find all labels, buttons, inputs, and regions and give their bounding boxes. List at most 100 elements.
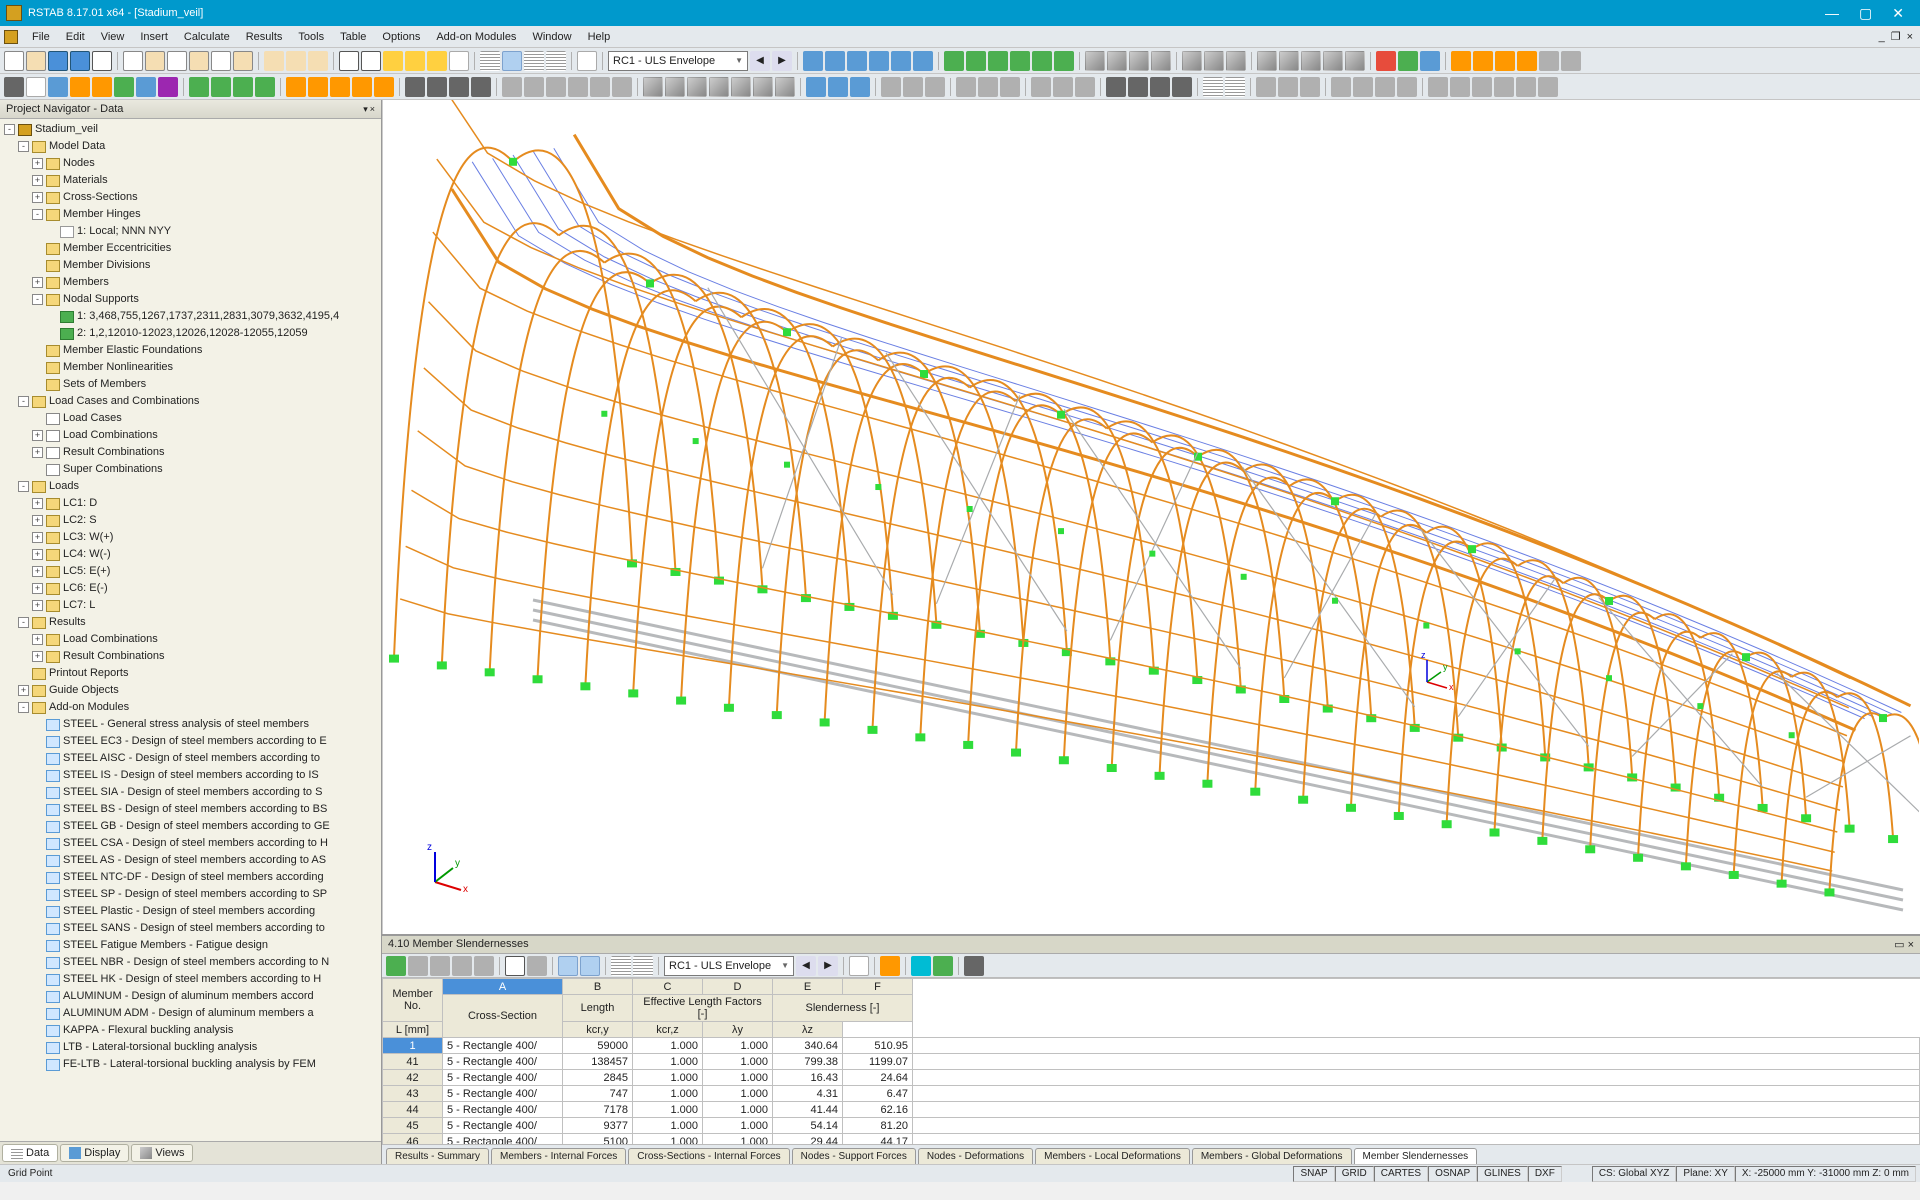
mirror-icon[interactable]	[568, 77, 588, 97]
zoom-icon[interactable]	[339, 51, 359, 71]
style-2-icon[interactable]	[1278, 77, 1298, 97]
tree-node-member-eccentricities[interactable]: Member Eccentricities	[4, 240, 379, 257]
table-row[interactable]: 435 - Rectangle 400/7471.0001.0004.316.4…	[383, 1086, 1920, 1102]
calc-icon[interactable]	[211, 51, 231, 71]
tree-node-mod[interactable]: STEEL Plastic - Design of steel members …	[4, 903, 379, 920]
tree-node-lc2-s[interactable]: +LC2: S	[4, 512, 379, 529]
tree-node-result-combinations[interactable]: +Result Combinations	[4, 444, 379, 461]
misc-5-icon[interactable]	[1539, 51, 1559, 71]
move-icon[interactable]	[502, 77, 522, 97]
diagram-4-icon[interactable]	[1032, 51, 1052, 71]
tool-4-icon[interactable]	[471, 77, 491, 97]
load-4-icon[interactable]	[352, 77, 372, 97]
zoom-ext-icon[interactable]	[383, 51, 403, 71]
prev-lc-icon[interactable]: ◀	[750, 51, 770, 71]
section-icon[interactable]	[1345, 51, 1365, 71]
tbl-prev-icon[interactable]	[408, 956, 428, 976]
mesh-3-icon[interactable]	[850, 77, 870, 97]
table-tab-6[interactable]: Members - Global Deformations	[1192, 1148, 1352, 1164]
mesh-2-icon[interactable]	[828, 77, 848, 97]
nav-tab-data[interactable]: Data	[2, 1144, 58, 1162]
tree-node-loads[interactable]: -Loads	[4, 478, 379, 495]
support-icon[interactable]	[189, 77, 209, 97]
zoom-prev-icon[interactable]	[405, 51, 425, 71]
tree-node-mod[interactable]: STEEL CSA - Design of steel members acco…	[4, 835, 379, 852]
tree-node-nodal-supports[interactable]: -Nodal Supports	[4, 291, 379, 308]
color-5-icon[interactable]	[1516, 77, 1536, 97]
zoom-win-icon[interactable]	[361, 51, 381, 71]
load-2-icon[interactable]	[308, 77, 328, 97]
orbit-icon[interactable]	[1279, 51, 1299, 71]
tbl-rows-icon[interactable]	[633, 956, 653, 976]
menu-help[interactable]: Help	[580, 28, 619, 46]
tree-node-load-cases[interactable]: Load Cases	[4, 410, 379, 427]
units-icon[interactable]	[577, 51, 597, 71]
style-3-icon[interactable]	[1300, 77, 1320, 97]
save-icon[interactable]	[48, 51, 68, 71]
new-icon[interactable]	[4, 51, 24, 71]
menu-table[interactable]: Table	[332, 28, 374, 46]
connect-icon[interactable]	[687, 77, 707, 97]
status-cartes[interactable]: CARTES	[1374, 1166, 1428, 1182]
tbl-first-icon[interactable]	[386, 956, 406, 976]
misc-a-icon[interactable]	[1331, 77, 1351, 97]
result-toggle-icon[interactable]	[803, 51, 823, 71]
render-3-icon[interactable]	[1420, 51, 1440, 71]
tree-node-lc6-e-[interactable]: +LC6: E(-)	[4, 580, 379, 597]
rotate2-icon[interactable]	[546, 77, 566, 97]
color-2-icon[interactable]	[1450, 77, 1470, 97]
extend-icon[interactable]	[753, 77, 773, 97]
regen-icon[interactable]	[427, 51, 447, 71]
vy-icon[interactable]	[869, 51, 889, 71]
load-case-combo[interactable]: RC1 - ULS Envelope▼	[608, 51, 748, 71]
tree-node-mod[interactable]: STEEL HK - Design of steel members accor…	[4, 971, 379, 988]
layer-4-icon[interactable]	[1172, 77, 1192, 97]
tree-node-mod[interactable]: STEEL EC3 - Design of steel members acco…	[4, 733, 379, 750]
load-1-icon[interactable]	[286, 77, 306, 97]
tree-node-mod[interactable]: STEEL - General stress analysis of steel…	[4, 716, 379, 733]
minimize-button[interactable]: —	[1825, 5, 1839, 22]
nav-toggle-icon[interactable]	[524, 51, 544, 71]
table-row[interactable]: 415 - Rectangle 400/1384571.0001.000799.…	[383, 1054, 1920, 1070]
tree-node-lc5-e-[interactable]: +LC5: E(+)	[4, 563, 379, 580]
align-3-icon[interactable]	[925, 77, 945, 97]
opening-icon[interactable]	[158, 77, 178, 97]
tool-2-icon[interactable]	[427, 77, 447, 97]
table-row[interactable]: 425 - Rectangle 400/28451.0001.00016.432…	[383, 1070, 1920, 1086]
table-load-combo[interactable]: RC1 - ULS Envelope▼	[664, 956, 794, 976]
menu-window[interactable]: Window	[524, 28, 579, 46]
tree-node-lc7-l[interactable]: +LC7: L	[4, 597, 379, 614]
tree-node-root[interactable]: -Stadium_veil	[4, 121, 379, 138]
mt-icon[interactable]	[913, 51, 933, 71]
diagram-2-icon[interactable]	[988, 51, 1008, 71]
surface-icon[interactable]	[114, 77, 134, 97]
tree-node-lc3-w-[interactable]: +LC3: W(+)	[4, 529, 379, 546]
layer-3-icon[interactable]	[1150, 77, 1170, 97]
tree-node-result-combinations[interactable]: +Result Combinations	[4, 648, 379, 665]
layer-2-icon[interactable]	[1128, 77, 1148, 97]
mesh-1-icon[interactable]	[806, 77, 826, 97]
status-snap[interactable]: SNAP	[1293, 1166, 1334, 1182]
maximize-button[interactable]: ▢	[1859, 5, 1872, 22]
tree-node-mod[interactable]: STEEL SIA - Design of steel members acco…	[4, 784, 379, 801]
misc-4-icon[interactable]	[1517, 51, 1537, 71]
tree-node-mod[interactable]: KAPPA - Flexural buckling analysis	[4, 1022, 379, 1039]
menu-calculate[interactable]: Calculate	[176, 28, 238, 46]
table-tab-7[interactable]: Member Slendernesses	[1354, 1148, 1478, 1164]
tree-node-member-divisions[interactable]: Member Divisions	[4, 257, 379, 274]
table-tab-0[interactable]: Results - Summary	[386, 1148, 489, 1164]
tree-node-2-1-2-12010-12023-12026-12028-[interactable]: 2: 1,2,12010-12023,12026,12028-12055,120…	[4, 325, 379, 342]
status-dxf[interactable]: DXF	[1528, 1166, 1562, 1182]
color-4-icon[interactable]	[1494, 77, 1514, 97]
select-icon[interactable]	[4, 77, 24, 97]
deform-icon[interactable]	[825, 51, 845, 71]
tree-node-mod[interactable]: STEEL BS - Design of steel members accor…	[4, 801, 379, 818]
extrude-icon[interactable]	[643, 77, 663, 97]
tree-node-mod[interactable]: STEEL AISC - Design of steel members acc…	[4, 750, 379, 767]
tbl-export-icon[interactable]	[527, 956, 547, 976]
tree-node-mod[interactable]: STEEL SP - Design of steel members accor…	[4, 886, 379, 903]
menu-edit[interactable]: Edit	[58, 28, 93, 46]
tree-node-member-nonlinearities[interactable]: Member Nonlinearities	[4, 359, 379, 376]
filter-3-icon[interactable]	[1075, 77, 1095, 97]
tree-node-cross-sections[interactable]: +Cross-Sections	[4, 189, 379, 206]
